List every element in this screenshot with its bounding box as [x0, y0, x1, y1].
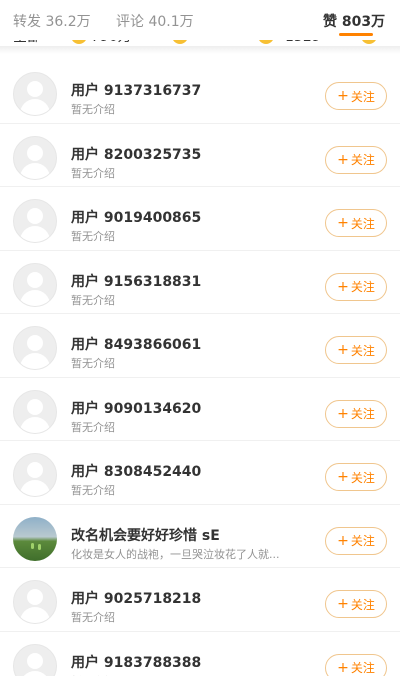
plus-icon: +: [337, 469, 349, 485]
user-row[interactable]: 用户 8308452440 暂无介绍 + 关注: [0, 441, 400, 505]
user-description: 暂无介绍: [71, 166, 115, 180]
follow-label: 关注: [350, 89, 375, 104]
user-description: 暂无介绍: [71, 357, 115, 370]
user-row[interactable]: 用户 8200325735 暂无介绍 + 关注: [0, 124, 400, 187]
avatar[interactable]: [13, 135, 57, 180]
tab-comments[interactable]: 评论 40.1万: [116, 11, 194, 31]
user-name[interactable]: 用户 9019400865: [71, 207, 201, 227]
avatar[interactable]: [13, 72, 57, 116]
follow-label: 关注: [350, 216, 375, 231]
tab-bar: 转发 36.2万 评论 40.1万 赞 803万: [0, 0, 400, 40]
follow-button[interactable]: + 关注: [325, 272, 387, 301]
follow-label: 关注: [350, 407, 375, 421]
avatar[interactable]: [13, 643, 57, 676]
follow-label: 关注: [350, 534, 375, 548]
user-name[interactable]: 改名机会要好好珍惜 sE: [71, 525, 220, 545]
user-row[interactable]: 用户 9025718218 暂无介绍 + 关注: [0, 568, 400, 632]
follow-button[interactable]: + 关注: [325, 463, 387, 491]
plus-icon: +: [337, 659, 349, 676]
user-row[interactable]: 用户 9019400865 暂无介绍 + 关注: [0, 187, 400, 251]
tab-reposts[interactable]: 转发 36.2万: [13, 11, 91, 31]
avatar[interactable]: [13, 389, 57, 434]
liker-list: 用户 9137316737 暂无介绍 + 关注 用户 8200325735 暂无介绍 + 关注…: [0, 60, 400, 676]
avatar[interactable]: [13, 326, 57, 370]
user-row[interactable]: 改名机会要好好珍惜 sE 化妆是女人的战袍，一旦哭泣妆花了人就... + 关注: [0, 505, 400, 568]
follow-button[interactable]: + 关注: [325, 82, 387, 110]
plus-icon: +: [337, 596, 349, 612]
user-name[interactable]: 用户 8308452440: [71, 461, 201, 481]
user-name[interactable]: 用户 9025718218: [71, 588, 201, 608]
follow-label: 关注: [350, 153, 375, 167]
avatar[interactable]: [13, 580, 57, 624]
follow-button[interactable]: + 关注: [325, 590, 387, 618]
user-row[interactable]: 用户 9183788388暂无介绍 +关注: [0, 632, 400, 676]
plus-icon: +: [337, 88, 349, 104]
avatar[interactable]: [13, 199, 57, 243]
user-description: 暂无介绍: [71, 230, 115, 243]
user-description: 暂无介绍: [71, 484, 115, 497]
plus-icon: +: [337, 278, 349, 295]
user-name[interactable]: 用户 8200325735: [71, 144, 201, 164]
follow-label: 关注: [350, 343, 375, 358]
follow-button[interactable]: + 关注: [325, 526, 387, 555]
plus-icon: +: [337, 342, 349, 358]
plus-icon: +: [337, 215, 349, 231]
follow-label: 关注: [350, 661, 375, 675]
user-row[interactable]: 用户 9090134620 暂无介绍 + 关注: [0, 378, 400, 441]
follow-label: 关注: [350, 597, 375, 612]
user-name[interactable]: 用户 9156318831: [71, 271, 201, 291]
user-description: 暂无介绍: [71, 293, 115, 307]
user-description: 暂无介绍: [71, 103, 115, 116]
user-name[interactable]: 用户 9137316737: [71, 80, 201, 100]
avatar[interactable]: [13, 516, 57, 561]
user-description: 化妆是女人的战袍，一旦哭泣妆花了人就...: [71, 547, 280, 561]
follow-button[interactable]: + 关注: [325, 209, 387, 237]
user-name[interactable]: 用户 9183788388: [71, 652, 201, 672]
user-name[interactable]: 用户 8493866061: [71, 334, 201, 354]
user-row[interactable]: 用户 9156318831 暂无介绍 + 关注: [0, 251, 400, 314]
active-tab-indicator: [339, 33, 373, 36]
follow-button[interactable]: + 关注: [325, 653, 387, 676]
avatar[interactable]: [13, 453, 57, 497]
follow-button[interactable]: + 关注: [325, 399, 387, 428]
plus-icon: +: [337, 151, 349, 168]
plus-icon: +: [337, 532, 349, 549]
user-description: 暂无介绍: [71, 611, 115, 624]
plus-icon: +: [337, 405, 349, 422]
user-description: 暂无介绍: [71, 420, 115, 434]
follow-label: 关注: [350, 280, 375, 294]
tab-likes[interactable]: 赞 803万: [323, 11, 385, 31]
follow-label: 关注: [350, 470, 375, 485]
follow-button[interactable]: + 关注: [325, 145, 387, 174]
user-name[interactable]: 用户 9090134620: [71, 398, 201, 418]
user-description: 暂无介绍: [71, 673, 115, 676]
user-row[interactable]: 用户 8493866061 暂无介绍 + 关注: [0, 314, 400, 378]
avatar[interactable]: [13, 262, 57, 307]
user-row[interactable]: 用户 9137316737 暂无介绍 + 关注: [0, 60, 400, 124]
follow-button[interactable]: + 关注: [325, 336, 387, 364]
